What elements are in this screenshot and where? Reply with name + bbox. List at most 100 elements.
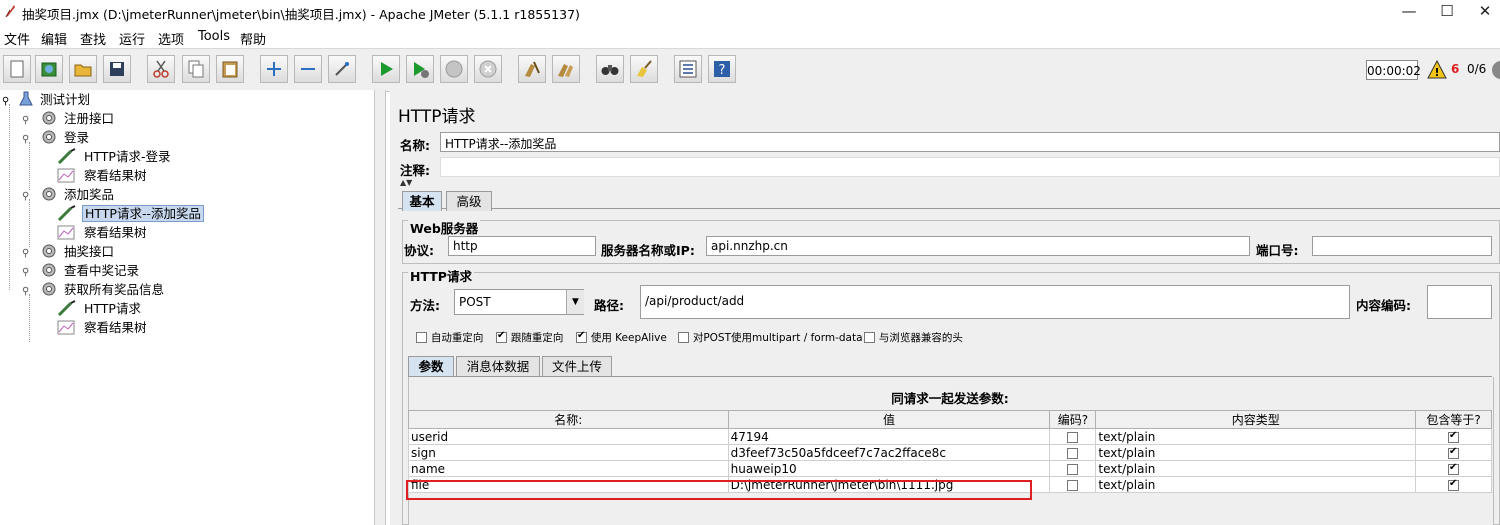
content-type-cell[interactable]: text/plain	[1095, 476, 1417, 493]
method-select[interactable]: POST	[454, 289, 584, 315]
paste-button[interactable]	[216, 55, 244, 83]
clear-button[interactable]	[518, 55, 546, 83]
keepalive-checkbox[interactable]	[576, 330, 587, 343]
encode-checkbox[interactable]	[1067, 479, 1079, 491]
stop-icon	[445, 60, 463, 78]
content-type-cell[interactable]: text/plain	[1095, 444, 1417, 461]
close-button[interactable]: ✕	[1462, 0, 1500, 24]
col-name[interactable]: 名称:	[408, 410, 729, 429]
encode-checkbox[interactable]	[1067, 447, 1079, 459]
open-button[interactable]	[69, 55, 97, 83]
tab-file-upload[interactable]: 文件上传	[542, 356, 612, 376]
checkbox-follow-redirect[interactable]: 跟随重定向	[496, 330, 563, 345]
tab-body-data[interactable]: 消息体数据	[456, 356, 540, 376]
method-label: 方法:	[410, 298, 440, 313]
save-button[interactable]	[103, 55, 131, 83]
warning-icon[interactable]: !	[1427, 60, 1447, 79]
tree-node-test-plan[interactable]: ⚲ 测试计划	[2, 90, 92, 109]
table-row[interactable]: sign d3feef73c50a5fdceef7c7ac2fface8c te…	[408, 444, 1492, 461]
include-equals-checkbox[interactable]	[1448, 446, 1460, 459]
warning-count[interactable]: 6	[1451, 62, 1459, 76]
include-equals-checkbox[interactable]	[1448, 478, 1460, 491]
templates-button[interactable]	[35, 55, 63, 83]
search-button[interactable]	[596, 55, 624, 83]
encode-checkbox[interactable]	[1067, 463, 1079, 475]
toggle-button[interactable]	[328, 55, 356, 83]
cut-button[interactable]	[147, 55, 175, 83]
port-input[interactable]	[1312, 236, 1492, 256]
param-value-cell[interactable]: huaweip10	[727, 460, 1051, 477]
collapse-arrows-icon[interactable]: ▲▼	[400, 178, 412, 187]
menu-help[interactable]: 帮助	[240, 29, 266, 48]
checkbox-browser-headers[interactable]: 与浏览器兼容的头	[864, 330, 963, 345]
checkbox-auto-redirect[interactable]: 自动重定向	[416, 330, 483, 345]
name-input[interactable]: HTTP请求--添加奖品	[440, 132, 1500, 152]
tree-node-result-tree[interactable]: 察看结果树	[56, 166, 149, 185]
tab-basic[interactable]: 基本	[402, 191, 442, 211]
function-helper-button[interactable]	[674, 55, 702, 83]
shutdown-button[interactable]	[474, 55, 502, 83]
clear-all-button[interactable]	[552, 55, 580, 83]
tab-parameters[interactable]: 参数	[408, 356, 454, 376]
encode-checkbox[interactable]	[1067, 431, 1079, 443]
checkbox-keepalive[interactable]: 使用 KeepAlive	[576, 330, 667, 345]
new-button[interactable]	[3, 55, 31, 83]
server-input[interactable]: api.nnzhp.cn	[706, 236, 1250, 256]
menu-search[interactable]: 查找	[80, 29, 106, 48]
test-plan-tree[interactable]: ⚲ 测试计划 ⚲ 注册接口 ⚲ 登录 HTTP请求-登录 察看结果树 ⚲ 添加奖…	[0, 90, 374, 525]
param-name-cell[interactable]: userid	[408, 428, 729, 445]
tree-node-thread-group[interactable]: ⚲ 抽奖接口	[22, 242, 116, 261]
tree-toggle-icon[interactable]: ⚲	[2, 92, 14, 111]
include-equals-checkbox[interactable]	[1448, 462, 1460, 475]
tree-node-http-sampler[interactable]: HTTP请求-登录	[56, 147, 172, 166]
copy-button[interactable]	[182, 55, 210, 83]
stop-button[interactable]	[440, 55, 468, 83]
tree-node-thread-group[interactable]: ⚲ 登录	[22, 128, 91, 147]
checkbox-multipart[interactable]: 对POST使用multipart / form-data	[678, 330, 863, 345]
tree-node-http-sampler[interactable]: HTTP请求	[56, 299, 143, 318]
help-button[interactable]: ?	[708, 55, 736, 83]
table-row[interactable]: userid 47194 text/plain	[408, 428, 1492, 445]
start-no-pause-button[interactable]	[406, 55, 434, 83]
param-value-cell[interactable]: d3feef73c50a5fdceef7c7ac2fface8c	[727, 444, 1051, 461]
menu-file[interactable]: 文件	[4, 29, 30, 48]
browser-headers-checkbox[interactable]	[864, 332, 875, 343]
collapse-all-button[interactable]	[294, 55, 322, 83]
table-row[interactable]: name huaweip10 text/plain	[408, 460, 1492, 477]
include-equals-checkbox[interactable]	[1448, 430, 1460, 443]
col-value[interactable]: 值	[727, 410, 1051, 429]
tree-node-result-tree[interactable]: 察看结果树	[56, 318, 149, 337]
title-bar: 抽奖项目.jmx (D:\jmeterRunner\jmeter\bin\抽奖项…	[0, 0, 1500, 24]
menu-edit[interactable]: 编辑	[41, 29, 67, 48]
tree-node-thread-group[interactable]: ⚲ 查看中奖记录	[22, 261, 141, 280]
param-name-cell[interactable]: sign	[408, 444, 729, 461]
protocol-input[interactable]: http	[448, 236, 596, 256]
tab-advanced[interactable]: 高级	[446, 191, 492, 211]
follow-redirect-checkbox[interactable]	[496, 330, 507, 343]
multipart-checkbox[interactable]	[678, 332, 689, 343]
method-dropdown-icon[interactable]: ▼	[566, 290, 584, 314]
content-type-cell[interactable]: text/plain	[1095, 460, 1417, 477]
tree-node-result-tree[interactable]: 察看结果树	[56, 223, 149, 242]
tree-node-http-sampler-selected[interactable]: HTTP请求--添加奖品	[56, 204, 204, 223]
tree-node-thread-group[interactable]: ⚲ 注册接口	[22, 109, 116, 128]
expand-all-button[interactable]	[260, 55, 288, 83]
tree-node-thread-group[interactable]: ⚲ 获取所有奖品信息	[22, 280, 166, 299]
content-encoding-input[interactable]	[1427, 285, 1492, 319]
col-content-type[interactable]: 内容类型	[1095, 410, 1417, 429]
tree-node-thread-group[interactable]: ⚲ 添加奖品	[22, 185, 116, 204]
param-value-cell[interactable]: 47194	[727, 428, 1051, 445]
content-type-cell[interactable]: text/plain	[1095, 428, 1417, 445]
param-name-cell[interactable]: name	[408, 460, 729, 477]
start-button[interactable]	[372, 55, 400, 83]
menu-tools[interactable]: Tools	[198, 29, 230, 44]
comment-input[interactable]	[440, 157, 1500, 177]
menu-options[interactable]: 选项	[158, 29, 184, 48]
auto-redirect-checkbox[interactable]	[416, 332, 427, 343]
panel-splitter[interactable]	[374, 90, 386, 525]
col-encode[interactable]: 编码?	[1049, 410, 1097, 429]
path-input[interactable]: /api/product/add	[640, 285, 1350, 319]
col-include-equals[interactable]: 包含等于?	[1415, 410, 1492, 429]
reset-search-button[interactable]	[630, 55, 658, 83]
menu-run[interactable]: 运行	[119, 29, 145, 48]
